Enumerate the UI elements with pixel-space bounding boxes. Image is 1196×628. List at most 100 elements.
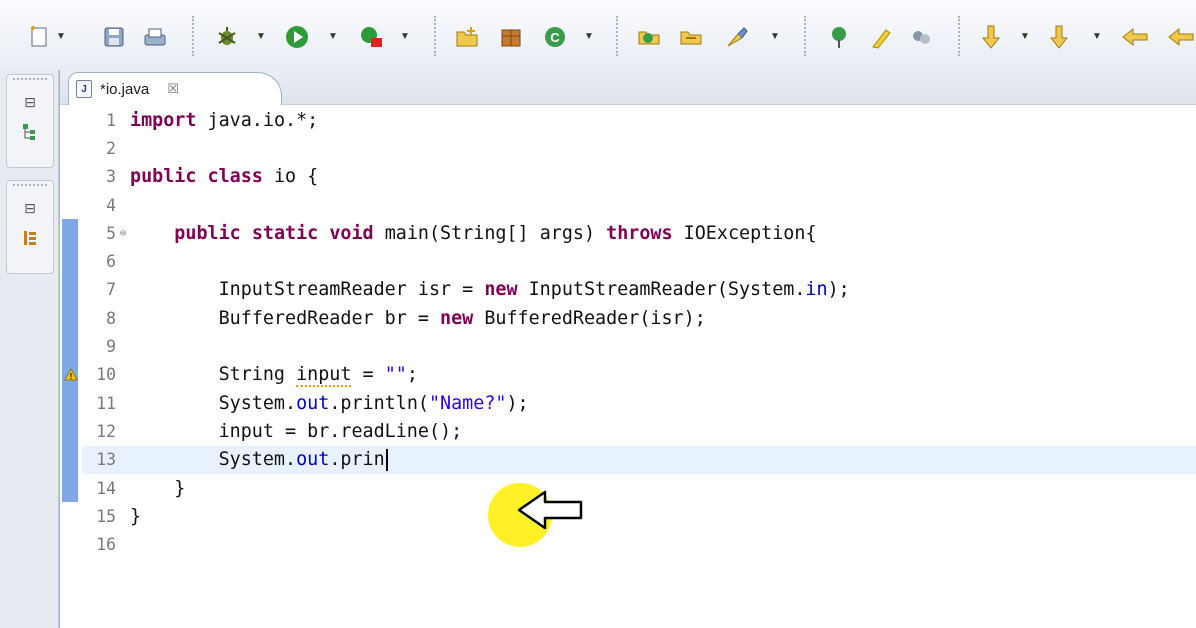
code-line[interactable]: 9 bbox=[82, 332, 1196, 360]
code-text: } bbox=[130, 505, 142, 527]
mark-occurrences-icon[interactable] bbox=[906, 22, 936, 52]
code-text: input = br.readLine(); bbox=[130, 420, 463, 442]
toolbar-separator bbox=[434, 16, 436, 56]
line-number: 12 bbox=[96, 421, 116, 441]
debug-icon[interactable] bbox=[212, 22, 242, 52]
next-annotation-dropdown-icon[interactable]: ▼ bbox=[1018, 22, 1032, 52]
package-explorer-icon[interactable] bbox=[7, 117, 53, 147]
code-line[interactable]: 16 bbox=[82, 531, 1196, 559]
toolbar-separator bbox=[958, 16, 960, 56]
line-number: 2 bbox=[106, 138, 116, 158]
code-line[interactable]: 7 InputStreamReader isr = new InputStrea… bbox=[82, 276, 1196, 304]
code-text: System.out.prin bbox=[130, 448, 388, 471]
code-text: InputStreamReader isr = new InputStreamR… bbox=[130, 279, 850, 301]
tab-label: *io.java bbox=[100, 80, 150, 98]
minimized-view-stack: ⊟ bbox=[6, 180, 54, 274]
line-number: 5 bbox=[106, 223, 116, 243]
code-line[interactable]: 4 bbox=[82, 191, 1196, 219]
new-wizard-dropdown-icon[interactable]: ▼ bbox=[54, 22, 68, 52]
line-number: 15 bbox=[96, 506, 116, 526]
line-number: 13 bbox=[96, 450, 116, 470]
code-text: public static void main(String[] args) t… bbox=[174, 222, 817, 244]
line-number: 4 bbox=[106, 195, 116, 215]
text-caret bbox=[385, 448, 388, 471]
code-text: } bbox=[130, 477, 186, 499]
main-toolbar: ▼ ▼ ▼ ▼ C ▼ ▼ ▼ ▼ bbox=[0, 0, 1196, 71]
save-icon[interactable] bbox=[100, 22, 128, 52]
line-number: 14 bbox=[96, 478, 116, 498]
editor-tab-io-java[interactable]: J *io.java ☒ bbox=[68, 72, 282, 105]
code-text: import java.io.*; bbox=[130, 109, 319, 131]
line-number: 16 bbox=[96, 535, 116, 555]
highlighter-icon[interactable] bbox=[866, 22, 896, 52]
previous-annotation-icon[interactable] bbox=[1044, 22, 1074, 52]
code-text: String input = ""; bbox=[130, 364, 418, 388]
mouse-pointer-icon bbox=[517, 490, 587, 537]
code-line[interactable]: 11 System.out.println("Name?"); bbox=[82, 389, 1196, 417]
line-number: 1 bbox=[106, 110, 116, 130]
external-tools-icon[interactable] bbox=[356, 22, 386, 52]
svg-text:!: ! bbox=[70, 372, 73, 381]
restore-icon[interactable]: ⊟ bbox=[7, 87, 53, 117]
new-java-project-icon[interactable] bbox=[452, 22, 482, 52]
annotation-icon[interactable] bbox=[722, 22, 752, 52]
close-tab-icon[interactable]: ☒ bbox=[167, 81, 179, 97]
line-number: 6 bbox=[106, 252, 116, 272]
toolbar-separator bbox=[616, 16, 618, 56]
print-icon[interactable] bbox=[140, 22, 170, 52]
open-type-icon[interactable] bbox=[634, 22, 664, 52]
quick-diff-change-marker bbox=[62, 219, 78, 503]
editor-tab-strip: J *io.java ☒ bbox=[60, 70, 1196, 105]
code-text: System.out.println("Name?"); bbox=[130, 392, 529, 414]
code-line[interactable]: 8 BufferedReader br = new BufferedReader… bbox=[82, 304, 1196, 332]
forward-icon[interactable] bbox=[1164, 22, 1196, 52]
code-line[interactable]: 14 } bbox=[82, 474, 1196, 502]
code-line[interactable]: 6 bbox=[82, 248, 1196, 276]
code-text: BufferedReader br = new BufferedReader(i… bbox=[130, 307, 706, 329]
outline-icon[interactable] bbox=[7, 223, 53, 253]
drag-handle[interactable] bbox=[13, 78, 47, 84]
code-line[interactable]: 5 ⊖ public static void main(String[] args… bbox=[82, 219, 1196, 247]
restore-icon[interactable]: ⊟ bbox=[7, 193, 53, 223]
minimized-view-stack: ⊟ bbox=[6, 74, 54, 168]
pin-icon[interactable] bbox=[824, 22, 854, 52]
line-number: 3 bbox=[106, 167, 116, 187]
external-tools-dropdown-icon[interactable]: ▼ bbox=[398, 22, 412, 52]
open-task-icon[interactable] bbox=[676, 22, 706, 52]
debug-dropdown-icon[interactable]: ▼ bbox=[254, 22, 268, 52]
warning-icon[interactable]: ! bbox=[64, 367, 78, 382]
back-icon[interactable] bbox=[1118, 22, 1152, 52]
java-file-icon: J bbox=[76, 80, 92, 98]
previous-annotation-dropdown-icon[interactable]: ▼ bbox=[1090, 22, 1104, 52]
editor-area: J *io.java ☒ ! 1 import java.io.*; 2 3 publi… bbox=[59, 70, 1196, 628]
run-icon[interactable] bbox=[282, 22, 312, 52]
run-dropdown-icon[interactable]: ▼ bbox=[326, 22, 340, 52]
new-class-icon[interactable]: C bbox=[540, 22, 570, 52]
new-wizard-icon[interactable] bbox=[26, 22, 54, 52]
code-line[interactable]: 1 import java.io.*; bbox=[82, 106, 1196, 134]
line-number: 8 bbox=[106, 308, 116, 328]
svg-text:C: C bbox=[550, 30, 560, 45]
drag-handle[interactable] bbox=[13, 184, 47, 190]
code-line[interactable]: 12 input = br.readLine(); bbox=[82, 417, 1196, 445]
code-line[interactable]: 2 bbox=[82, 134, 1196, 162]
code-line[interactable]: 3 public class io { bbox=[82, 163, 1196, 191]
new-package-icon[interactable] bbox=[496, 22, 526, 52]
code-editor[interactable]: 1 import java.io.*; 2 3 public class io { 4 5 ⊖… bbox=[82, 106, 1196, 628]
code-text: public class io { bbox=[130, 166, 319, 188]
new-class-dropdown-icon[interactable]: ▼ bbox=[582, 22, 596, 52]
left-trim-bar: ⊟ ⊟ bbox=[0, 70, 59, 628]
line-number: 11 bbox=[96, 393, 116, 413]
line-number: 7 bbox=[106, 280, 116, 300]
line-number: 10 bbox=[96, 365, 116, 385]
code-line[interactable]: 13 System.out.prin bbox=[82, 445, 1196, 474]
line-number: 9 bbox=[106, 337, 116, 357]
next-annotation-icon[interactable] bbox=[976, 22, 1006, 52]
vertical-ruler[interactable]: ! bbox=[60, 106, 82, 628]
toolbar-separator bbox=[192, 16, 194, 56]
code-line[interactable]: 10 String input = ""; bbox=[82, 361, 1196, 389]
fold-collapse-icon[interactable]: ⊖ bbox=[116, 228, 130, 239]
annotation-dropdown-icon[interactable]: ▼ bbox=[768, 22, 782, 52]
code-line[interactable]: 15} bbox=[82, 502, 1196, 530]
toolbar-separator bbox=[804, 16, 806, 56]
